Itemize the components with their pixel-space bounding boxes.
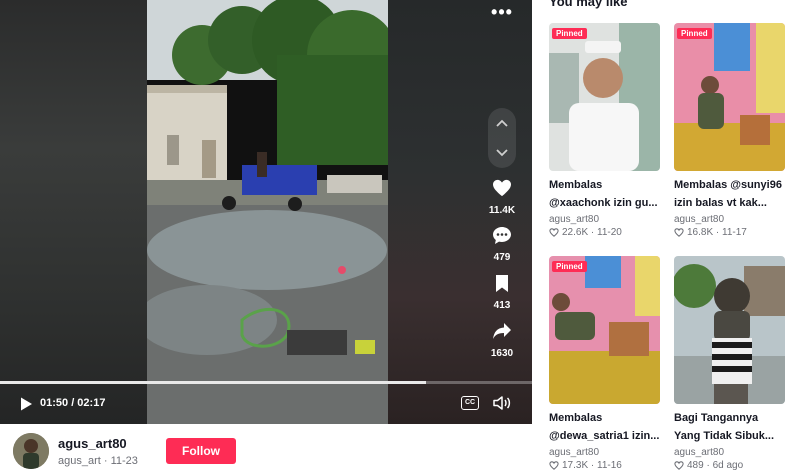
heart-outline-icon xyxy=(674,461,684,470)
progress-bar[interactable] xyxy=(0,381,532,384)
author-subline: agus_art · 11-23 xyxy=(58,455,138,467)
video-blur-background-left xyxy=(0,0,147,424)
like-action[interactable]: 11.4K xyxy=(478,176,526,216)
comment-icon xyxy=(493,226,511,244)
more-options-button[interactable]: ••• xyxy=(490,3,514,24)
like-count: 11.4K xyxy=(488,205,516,216)
pinned-badge: Pinned xyxy=(552,28,587,39)
video-stats: 489 · 6d ago xyxy=(674,460,786,471)
video-stats-text: 16.8K · 11-17 xyxy=(687,227,747,238)
video-stats: 17.3K · 11-16 xyxy=(549,460,661,471)
video-thumbnail[interactable] xyxy=(674,256,785,404)
heart-icon xyxy=(493,179,511,197)
captions-icon: CC xyxy=(464,399,476,406)
video-title-line-1: Membalas @sunyi96 xyxy=(674,179,782,191)
chevron-down-icon xyxy=(496,149,508,157)
comment-count: 479 xyxy=(493,252,511,263)
video-author: agus_art80 xyxy=(549,447,600,458)
recommended-video-card[interactable]: Pinned Membalas @dewa_satria1 izin... ag… xyxy=(549,256,661,471)
pinned-badge: Pinned xyxy=(677,28,712,39)
volume-button[interactable] xyxy=(493,395,511,411)
captions-button[interactable]: CC xyxy=(461,396,479,410)
thumbnail-image xyxy=(549,256,660,404)
recommendations-title: You may like xyxy=(549,0,628,9)
recommended-video-card[interactable]: Bagi Tangannya Yang Tidak Sibuk... agus_… xyxy=(674,256,786,471)
save-count: 413 xyxy=(493,300,511,311)
video-title-line-2: Yang Tidak Sibuk... xyxy=(674,430,775,442)
video-title-line-2: izin balas vt kak... xyxy=(674,197,767,209)
progress-bar-fill xyxy=(0,381,426,384)
next-video-button[interactable] xyxy=(488,138,516,168)
video-title-line-1: Membalas xyxy=(549,412,603,424)
heart-outline-icon xyxy=(549,228,559,237)
chevron-up-icon xyxy=(496,119,508,127)
video-thumbnail[interactable]: Pinned xyxy=(549,256,660,404)
video-author: agus_art80 xyxy=(549,214,600,225)
share-count: 1630 xyxy=(490,348,514,359)
like-button[interactable] xyxy=(478,176,526,200)
video-author: agus_art80 xyxy=(674,214,725,225)
page: ••• 11.4K 479 413 1630 01:50 / 02:17 CC … xyxy=(0,0,800,475)
heart-outline-icon xyxy=(674,228,684,237)
video-thumbnail[interactable]: Pinned xyxy=(549,23,660,171)
video-thumbnail[interactable]: Pinned xyxy=(674,23,785,171)
video-stats-text: 22.6K · 11-20 xyxy=(562,227,622,238)
playback-time: 01:50 / 02:17 xyxy=(40,397,106,409)
author-avatar-image xyxy=(13,433,49,469)
author-username[interactable]: agus_art80 xyxy=(58,436,127,451)
pinned-badge: Pinned xyxy=(552,261,587,272)
share-button[interactable] xyxy=(478,319,526,343)
comment-action[interactable]: 479 xyxy=(478,223,526,263)
video-stats: 22.6K · 11-20 xyxy=(549,227,661,238)
save-button[interactable] xyxy=(478,271,526,295)
author-bar: agus_art80 agus_art · 11-23 Follow xyxy=(0,424,532,475)
previous-video-button[interactable] xyxy=(488,108,516,138)
video-scene-image xyxy=(147,0,388,424)
recommended-video-card[interactable]: Pinned Membalas @xaachonk izin gu... agu… xyxy=(549,23,661,238)
volume-icon xyxy=(493,396,511,410)
video-player[interactable]: ••• 11.4K 479 413 1630 01:50 / 02:17 CC xyxy=(0,0,532,424)
thumbnail-image xyxy=(674,256,785,404)
recommended-video-card[interactable]: Pinned Membalas @sunyi96 izin balas vt k… xyxy=(674,23,786,238)
video-author: agus_art80 xyxy=(674,447,725,458)
share-action[interactable]: 1630 xyxy=(478,319,526,359)
video-stats-text: 17.3K · 11-16 xyxy=(562,460,622,471)
thumbnail-image xyxy=(549,23,660,171)
avatar[interactable] xyxy=(13,433,49,469)
play-button[interactable] xyxy=(18,396,34,412)
comment-button[interactable] xyxy=(478,223,526,247)
video-stats: 16.8K · 11-17 xyxy=(674,227,786,238)
video-title-line-1: Membalas xyxy=(549,179,603,191)
video-title-line-1: Bagi Tangannya xyxy=(674,412,759,424)
share-arrow-icon xyxy=(493,323,511,339)
thumbnail-image xyxy=(674,23,785,171)
video-title-line-2: @dewa_satria1 izin... xyxy=(549,430,660,442)
video-title-line-2: @xaachonk izin gu... xyxy=(549,197,658,209)
heart-outline-icon xyxy=(549,461,559,470)
player-controls: 01:50 / 02:17 CC xyxy=(0,392,532,416)
bookmark-icon xyxy=(496,274,508,292)
save-action[interactable]: 413 xyxy=(478,271,526,311)
video-frame[interactable] xyxy=(147,0,388,424)
recommendations-panel: You may like Pinned Membalas @xaachonk i… xyxy=(532,0,800,475)
follow-button[interactable]: Follow xyxy=(166,438,236,464)
video-navigation xyxy=(488,108,516,168)
play-icon xyxy=(21,397,32,411)
video-stats-text: 489 · 6d ago xyxy=(687,460,744,471)
